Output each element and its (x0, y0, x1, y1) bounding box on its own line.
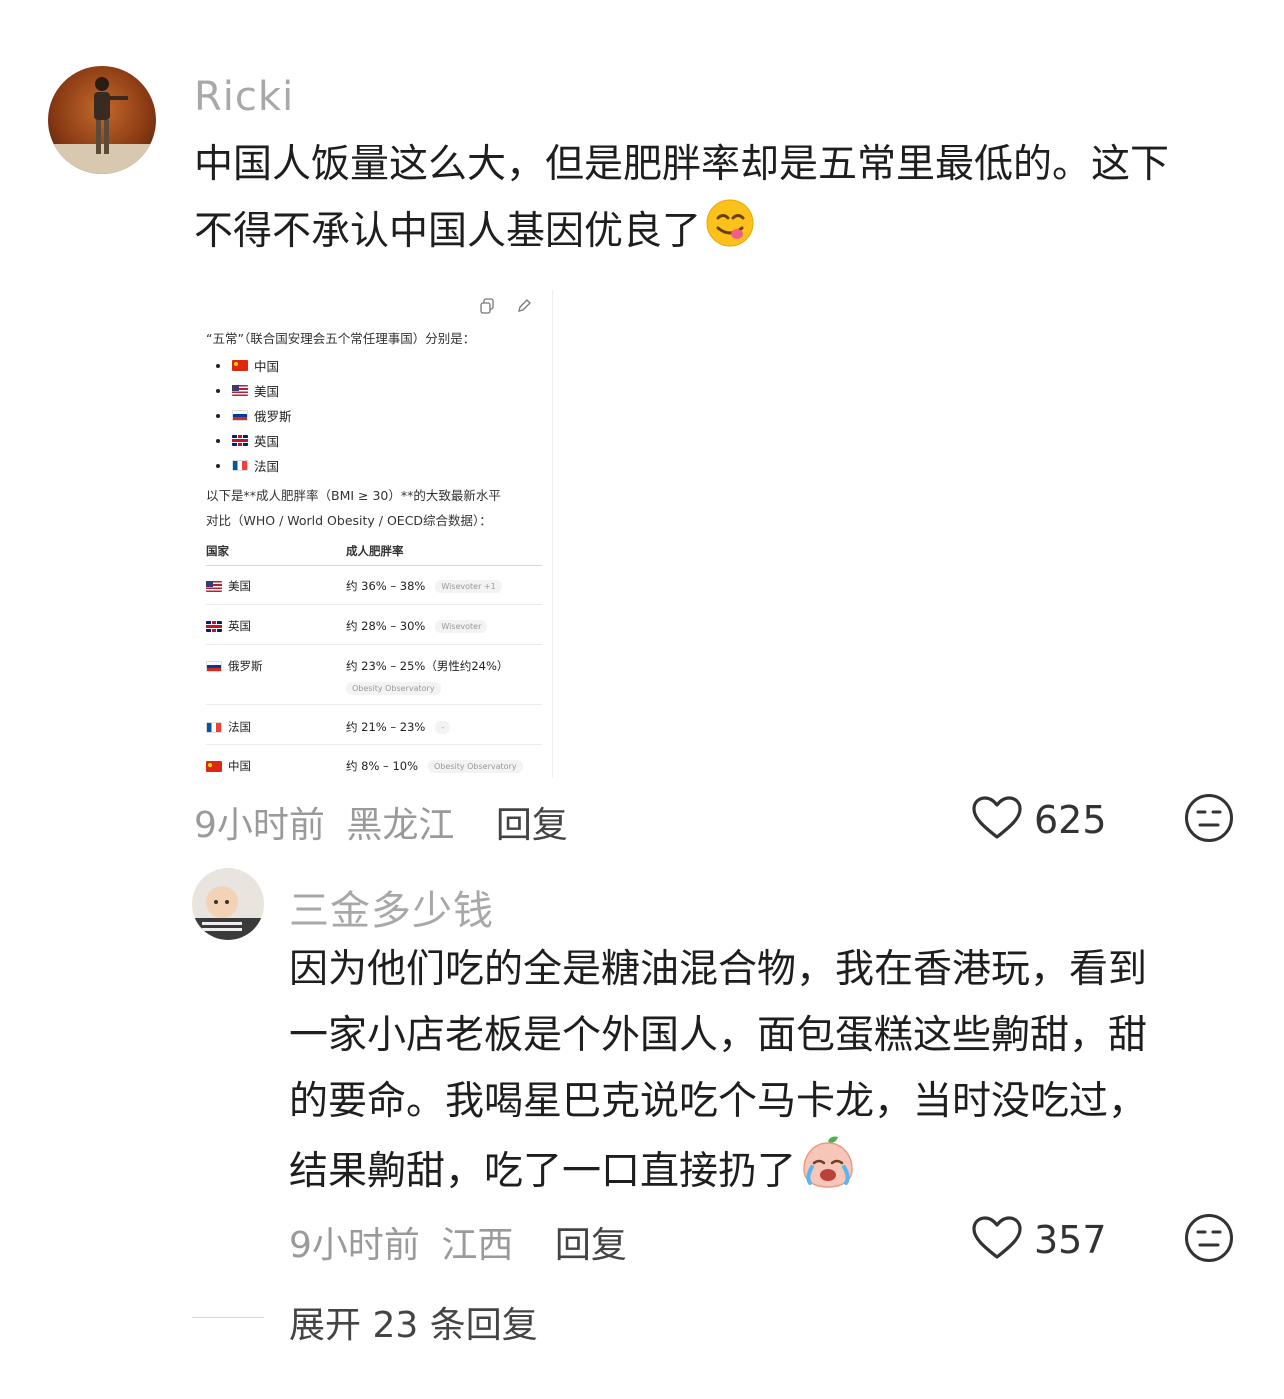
china-flag-icon (232, 360, 248, 371)
member-item: 英国 (216, 431, 279, 450)
screenshot-paragraph: 以下是**成人肥胖率（BMI ≥ 30）**的大致最新水平 对比（WHO / W… (206, 488, 501, 528)
comment-line-text: 结果齁甜，吃了一口直接扔了 (289, 1149, 797, 1194)
table-row-country: 中国 (206, 758, 251, 774)
comment-time: 9小时前 (194, 805, 325, 846)
table-row-country: 英国 (206, 618, 251, 634)
table-row-rate: 约 21% – 23% - (346, 719, 451, 735)
like-count: 357 (1034, 1218, 1107, 1262)
comment-meta: 9小时前 江西 回复 (289, 1216, 627, 1268)
like-heart-icon[interactable] (971, 795, 1023, 841)
uk-flag-icon (206, 620, 222, 632)
russia-flag-icon (206, 660, 222, 672)
avatar-ricki[interactable] (48, 66, 156, 174)
author-name[interactable]: Ricki (194, 74, 294, 120)
table-row-rate: 约 28% – 30% Wisevoter (346, 618, 488, 634)
source-chip[interactable]: Wisevoter (435, 620, 488, 633)
avatar-sanjin[interactable] (192, 868, 264, 940)
avatar-figure-icon (48, 77, 156, 174)
uk-flag-icon (232, 435, 248, 446)
reply-button[interactable]: 回复 (555, 1225, 627, 1266)
comment-line: 的要命。我喝星巴克说吃个马卡龙，当时没吃过， (289, 1079, 1148, 1124)
yum-face-emoji-icon (705, 198, 755, 269)
crying-peach-emoji-icon (800, 1135, 856, 1212)
dislike-face-icon[interactable] (1184, 1213, 1234, 1263)
comment-body: 因为他们吃的全是糖油混合物，我在香港玩，看到 一家小店老板是个外国人，面包蛋糕这… (289, 937, 1249, 1212)
us-flag-icon (232, 385, 248, 396)
comment-time: 9小时前 (289, 1225, 420, 1266)
avatar-child-icon (192, 881, 264, 940)
col-country-header: 国家 (206, 544, 229, 558)
author-name[interactable]: 三金多少钱 (289, 878, 494, 936)
table-row-country: 俄罗斯 (206, 658, 263, 674)
table-row-country: 法国 (206, 719, 251, 735)
divider (192, 1317, 264, 1318)
comment-meta: 9小时前 黑龙江 回复 (194, 796, 568, 848)
like-heart-icon[interactable] (971, 1215, 1023, 1261)
screenshot-intro: “五常”（联合国安理会五个常任理事国）分别是： (206, 331, 476, 346)
member-item: 法国 (216, 456, 279, 475)
france-flag-icon (232, 460, 248, 471)
table-row-rate: 约 8% – 10% Obesity Observatory (346, 758, 523, 774)
member-item: 美国 (216, 381, 279, 400)
source-chip[interactable]: Obesity Observatory (428, 760, 523, 773)
france-flag-icon (206, 721, 222, 733)
comment-location: 黑龙江 (346, 805, 455, 846)
china-flag-icon (206, 760, 222, 772)
source-chip[interactable]: - (435, 721, 451, 734)
comment-line: 不得不承认中国人基因优良了 (194, 198, 1254, 269)
comment-line: 中国人饭量这么大，但是肥胖率却是五常里最低的。这下 (194, 142, 1170, 187)
table-row-rate: 约 36% – 38% Wisevoter +1 (346, 578, 502, 594)
comment-line: 一家小店老板是个外国人，面包蛋糕这些齁甜，甜 (289, 1013, 1148, 1058)
table-row-country: 美国 (206, 578, 251, 594)
comment-line-text: 不得不承认中国人基因优良了 (194, 209, 702, 254)
col-rate-header: 成人肥胖率 (346, 544, 404, 558)
table-row-rate: 约 23% – 25%（男性约24%） (346, 659, 509, 673)
comment-line: 结果齁甜，吃了一口直接扔了 (289, 1135, 1249, 1212)
member-item: 中国 (216, 356, 279, 375)
comment-body: 中国人饭量这么大，但是肥胖率却是五常里最低的。这下 不得不承认中国人基因优良了 (194, 132, 1254, 269)
source-chip[interactable]: Wisevoter +1 (435, 580, 502, 593)
dislike-face-icon[interactable] (1184, 793, 1234, 843)
member-item: 俄罗斯 (216, 406, 292, 425)
comment-line: 因为他们吃的全是糖油混合物，我在香港玩，看到 (289, 947, 1148, 992)
attached-screenshot[interactable]: “五常”（联合国安理会五个常任理事国）分别是： 中国 美国 俄罗斯 英国 法国 … (196, 290, 553, 778)
comment-location: 江西 (441, 1225, 514, 1266)
source-chip[interactable]: Obesity Observatory (346, 682, 441, 695)
edit-icon (518, 299, 531, 312)
expand-replies-button[interactable]: 展开 23 条回复 (289, 1296, 538, 1348)
like-count: 625 (1034, 798, 1107, 842)
us-flag-icon (206, 580, 222, 592)
copy-icon (480, 298, 494, 314)
reply-button[interactable]: 回复 (496, 805, 568, 846)
russia-flag-icon (232, 410, 248, 421)
